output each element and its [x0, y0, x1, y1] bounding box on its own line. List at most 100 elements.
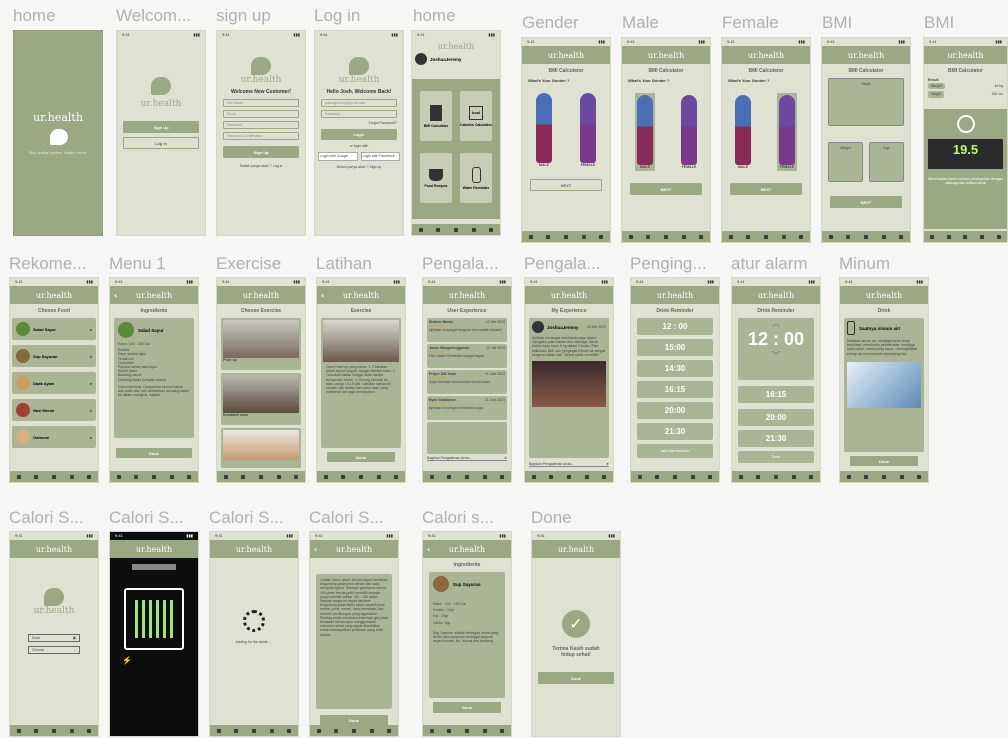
- scan-search-bar[interactable]: [132, 564, 176, 570]
- splash-screen: ur.health Stay healthy together, healthy…: [13, 30, 103, 236]
- next-button[interactable]: NEXT: [830, 196, 902, 208]
- food-item[interactable]: Dada Ayam >: [12, 372, 96, 394]
- back-icon[interactable]: ‹: [114, 291, 117, 300]
- scan-button[interactable]: Scan ▣: [28, 634, 80, 643]
- fullname-field[interactable]: Full Name: [223, 99, 299, 107]
- signup-screen: 9:41 ▮▮▮ ur.health Welcome New Customer! …: [216, 30, 306, 236]
- height-input[interactable]: Height: [828, 78, 904, 126]
- calculator-icon: [430, 104, 442, 121]
- send-icon[interactable]: ➤: [606, 462, 609, 466]
- reminder-time[interactable]: 16:15: [738, 386, 814, 403]
- bottle-icon: [471, 166, 481, 183]
- signup-link[interactable]: Belum punya akun ? Sign up: [315, 165, 403, 169]
- frame-label: sign up: [216, 6, 271, 25]
- done-button[interactable]: Done: [538, 672, 614, 684]
- bmi-advice: Berat badan kamu normal, pertahankan den…: [928, 176, 1003, 185]
- review-card: Shalom Banks 12 Mei 2023 ★★★★★ Aplikasi ini…: [427, 318, 507, 342]
- done-button[interactable]: Done: [327, 452, 395, 462]
- male-option[interactable]: MALE: [536, 93, 552, 167]
- email-field[interactable]: joshuajeremy@gmail.com: [321, 99, 397, 107]
- send-icon[interactable]: ➤: [504, 456, 507, 460]
- email-field[interactable]: Email: [223, 110, 299, 118]
- reminder-time[interactable]: 21:30: [738, 430, 814, 447]
- login-button[interactable]: Login: [321, 129, 397, 141]
- reminder-time[interactable]: 15:00: [637, 339, 713, 356]
- choose-button[interactable]: Choose ⌄: [28, 646, 80, 655]
- reminder-time[interactable]: 20:00: [738, 409, 814, 426]
- exercise-image: [323, 320, 399, 362]
- flash-icon[interactable]: ⚡: [122, 656, 186, 665]
- female-option[interactable]: FEMALE: [777, 93, 797, 172]
- frame-label: Gender: [522, 13, 579, 32]
- done-button[interactable]: Done: [116, 448, 192, 458]
- signup-button[interactable]: Sign Up: [223, 146, 299, 158]
- status-bar: 9:41 ▮▮▮: [122, 32, 200, 37]
- facebook-login-button[interactable]: Login with Facebook: [360, 152, 400, 162]
- exercise-detail-screen: 9:41 ▮▮▮ ‹ ur.health Exercise Cara Push Up…: [316, 277, 406, 483]
- food-item[interactable]: Sup Sayuran >: [12, 345, 96, 367]
- tagline: Stay healthy together, healthy forever: [29, 151, 87, 155]
- calories-calculator-tile[interactable]: kcal Calories Calculator: [460, 91, 492, 141]
- weight-input[interactable]: Weight: [828, 142, 863, 182]
- chevron-down-icon[interactable]: ﹀: [738, 350, 814, 361]
- login-button[interactable]: Log in: [123, 137, 199, 149]
- frame-label: Calori S...: [209, 508, 284, 527]
- reminder-time[interactable]: 12 : 00: [637, 318, 713, 335]
- back-icon[interactable]: ‹: [314, 545, 317, 554]
- done-button[interactable]: Done: [738, 451, 814, 463]
- male-option[interactable]: MALE: [635, 93, 655, 172]
- add-reminder-button[interactable]: add new reminder: [637, 444, 713, 458]
- frame-label: Calori S...: [9, 508, 84, 527]
- frame-label: Done: [531, 508, 572, 527]
- reminder-time[interactable]: 21:30: [637, 423, 713, 440]
- forgot-password-link[interactable]: Forgot Password?: [315, 121, 403, 125]
- experience-input[interactable]: Bagikan Pengalaman Anda...: [427, 456, 472, 460]
- login-title: Hello Josh, Welcome Back!: [326, 89, 392, 95]
- next-button[interactable]: NEXT: [730, 183, 802, 196]
- password-confirm-field[interactable]: Password Confirmation: [223, 132, 299, 140]
- frame-label: Pengala...: [422, 254, 499, 273]
- experience-input[interactable]: Bagikan Pengalaman Anda...: [529, 462, 574, 466]
- bottom-nav[interactable]: [522, 231, 610, 242]
- exercise-item[interactable]: [221, 428, 301, 468]
- choose-food-screen: 9:41 ▮▮▮ ur.health Choose Food Salad Sayu…: [9, 277, 99, 483]
- next-button[interactable]: NEXT: [530, 179, 602, 192]
- frame-label: Exercise: [216, 254, 282, 273]
- chevron-up-icon[interactable]: ︿: [738, 318, 814, 329]
- water-photo: [847, 361, 921, 408]
- food-item[interactable]: Salad Sayur >: [12, 318, 96, 340]
- water-reminder-tile[interactable]: Water Reminder: [460, 153, 492, 203]
- signup-title: Welcome New Customer!: [231, 89, 291, 95]
- frame-label: Log in: [314, 6, 361, 25]
- done-button[interactable]: Done: [433, 702, 501, 713]
- calorie-scanner-screen: 9:41 ▮▮▮ ur.health ⚡: [109, 531, 199, 737]
- back-icon[interactable]: ‹: [321, 291, 324, 300]
- login-link[interactable]: Sudah punya akun ? Log in: [217, 164, 305, 168]
- food-icon: [429, 168, 443, 181]
- back-icon[interactable]: ‹: [427, 545, 430, 554]
- age-input[interactable]: Age: [869, 142, 904, 182]
- google-login-button[interactable]: Login with Google: [318, 152, 358, 162]
- done-button[interactable]: Done: [850, 456, 918, 466]
- food-item[interactable]: Oatmeal >: [12, 426, 96, 448]
- app-logo-text: ur.health: [33, 111, 83, 124]
- female-option[interactable]: FEMALE: [681, 95, 697, 169]
- food-item[interactable]: Nasi Merah >: [12, 399, 96, 421]
- exercise-item[interactable]: Push up: [221, 318, 301, 370]
- exercise-item[interactable]: Dumbbell rows: [221, 373, 301, 425]
- reminder-time[interactable]: 20:00: [637, 402, 713, 419]
- next-button[interactable]: NEXT: [630, 183, 702, 196]
- refresh-icon[interactable]: [956, 114, 975, 133]
- avatar[interactable]: [415, 53, 427, 65]
- male-option[interactable]: MALE: [735, 95, 751, 169]
- reminder-time[interactable]: 16:15: [637, 381, 713, 398]
- food-recipes-tile[interactable]: Food Recipes: [420, 153, 452, 203]
- password-field[interactable]: Password: [223, 121, 299, 129]
- female-option[interactable]: FEMALE: [580, 93, 596, 167]
- password-field[interactable]: Password: [321, 110, 397, 118]
- signup-button[interactable]: Sign Up: [123, 121, 199, 133]
- frame-label: atur alarm: [731, 254, 808, 273]
- reminder-time[interactable]: 14:30: [637, 360, 713, 377]
- bottom-nav[interactable]: [412, 224, 500, 235]
- bmi-calculator-tile[interactable]: BMI Calculator: [420, 91, 452, 141]
